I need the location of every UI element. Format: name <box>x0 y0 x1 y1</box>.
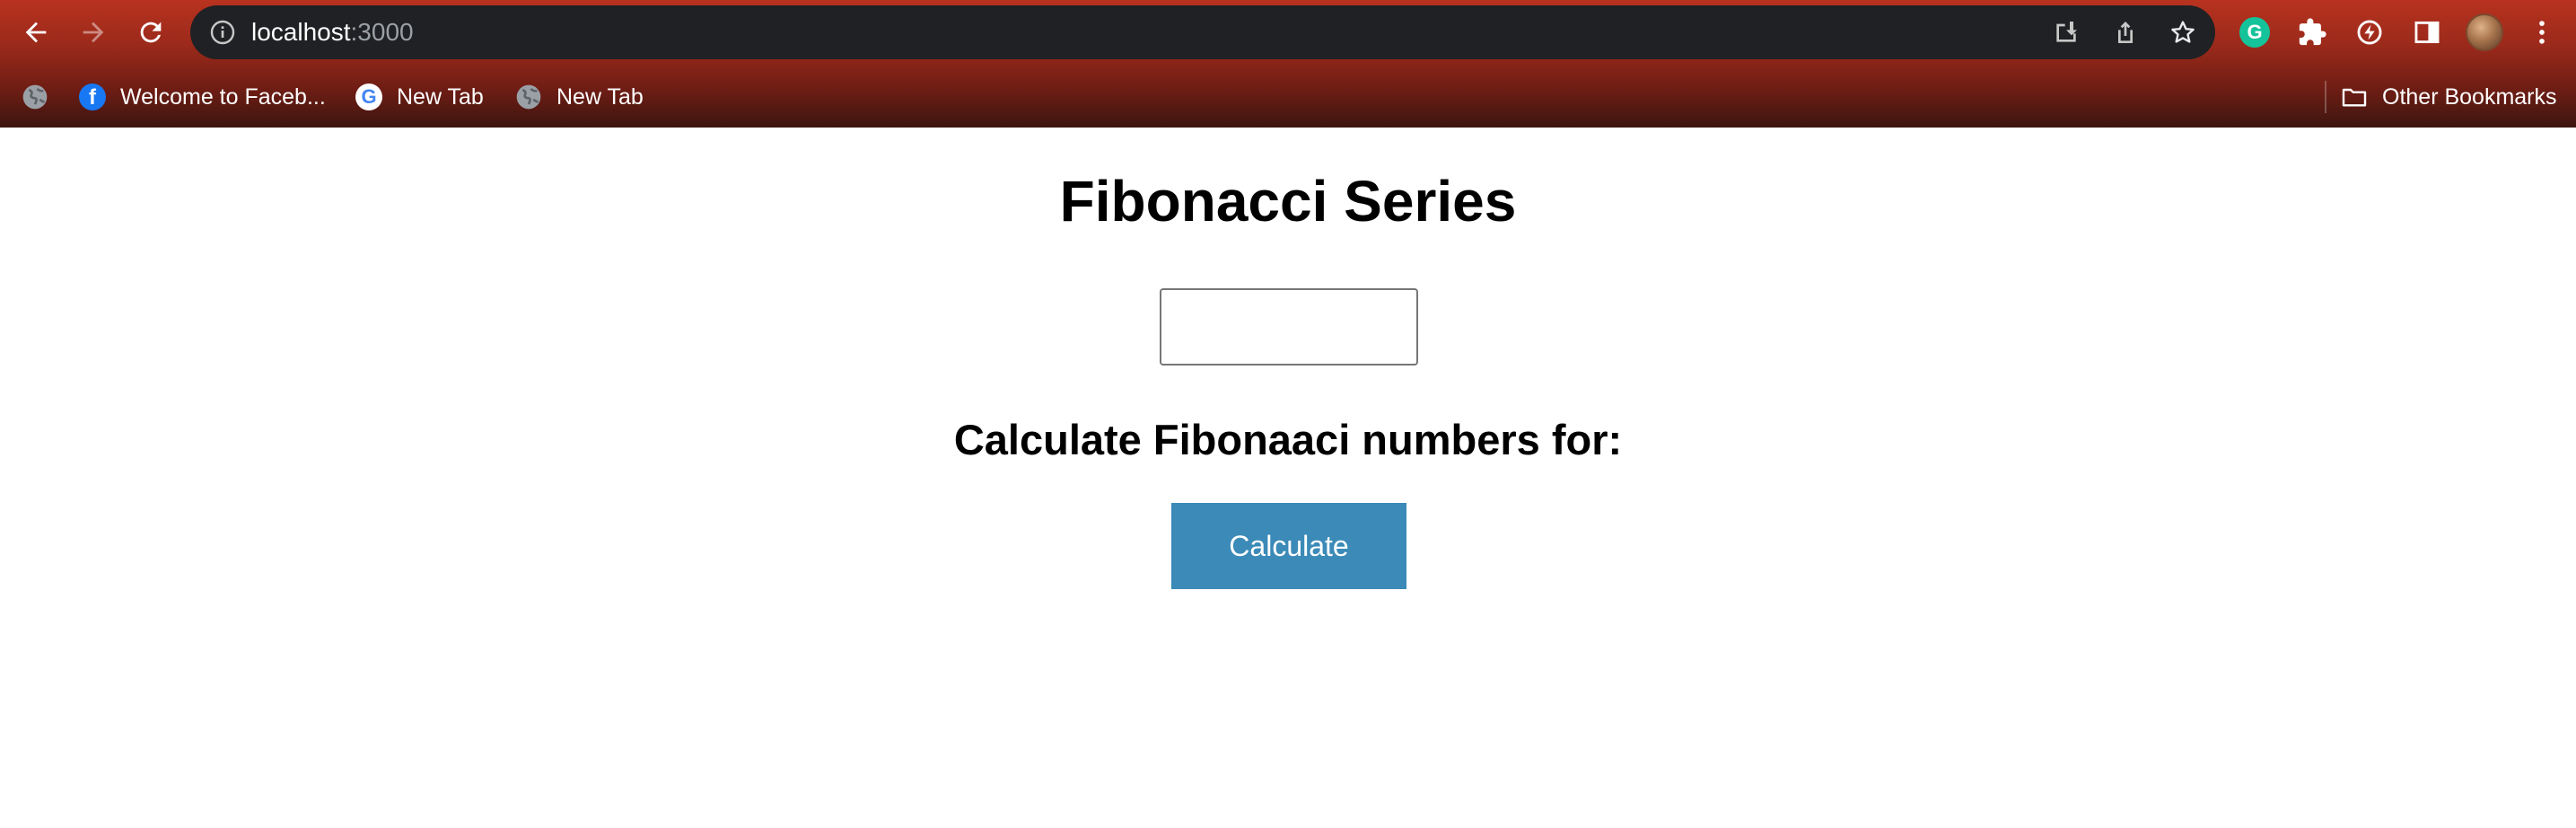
page-title: Fibonacci Series <box>1059 169 1517 233</box>
bookmark-label: New Tab <box>397 84 484 110</box>
lightning-icon <box>2357 20 2382 45</box>
bookmark-item-google-new-tab[interactable]: G New Tab <box>354 72 484 122</box>
bookmark-star-button[interactable] <box>2167 16 2199 48</box>
reload-button[interactable] <box>131 13 171 52</box>
star-icon <box>2171 21 2195 43</box>
other-bookmarks-label: Other Bookmarks <box>2382 84 2557 110</box>
folder-icon <box>2339 82 2370 112</box>
facebook-icon: f <box>79 84 106 110</box>
bookmark-item-facebook[interactable]: f Welcome to Faceb... <box>77 72 326 122</box>
reload-icon <box>140 22 162 43</box>
arrow-left-icon <box>25 22 47 43</box>
grammarly-icon: G <box>2239 17 2270 48</box>
grammarly-extension-button[interactable]: G <box>2235 13 2274 52</box>
browser-chrome: localhost:3000 G f Welcome to Faceb... G… <box>0 0 2576 128</box>
google-icon: G <box>355 84 382 110</box>
avatar <box>2466 13 2503 51</box>
back-button[interactable] <box>16 13 56 52</box>
share-button[interactable] <box>2109 16 2142 48</box>
arrow-right-icon <box>83 22 104 43</box>
url-text[interactable]: localhost:3000 <box>251 5 414 59</box>
forward-button[interactable] <box>74 13 113 52</box>
extensions-button[interactable] <box>2292 13 2332 52</box>
globe-icon <box>513 82 544 112</box>
performance-button[interactable] <box>2350 13 2389 52</box>
bookmarks-bar: f Welcome to Faceb... G New Tab New Tab … <box>0 72 2576 122</box>
bookmark-item-new-tab[interactable]: New Tab <box>513 72 644 122</box>
number-input[interactable] <box>1160 288 1418 366</box>
puzzle-icon <box>2299 18 2326 46</box>
browser-toolbar: localhost:3000 G <box>0 0 2576 65</box>
menu-button[interactable] <box>2522 13 2562 52</box>
globe-icon <box>20 82 50 112</box>
bookmarks-divider <box>2325 81 2326 113</box>
bookmark-label: Welcome to Faceb... <box>120 84 326 110</box>
install-app-button[interactable] <box>2050 16 2082 48</box>
profile-button[interactable] <box>2465 13 2504 52</box>
page-content: Fibonacci Series Calculate Fibonaaci num… <box>0 128 2576 828</box>
install-icon <box>2056 22 2077 42</box>
address-bar[interactable]: localhost:3000 <box>190 5 2215 59</box>
side-panel-icon <box>2414 21 2440 44</box>
calculate-button[interactable]: Calculate <box>1171 503 1406 589</box>
kebab-menu-icon <box>2539 21 2545 44</box>
calculate-heading: Calculate Fibonaaci numbers for: <box>953 416 1623 463</box>
share-icon <box>2118 22 2133 43</box>
bookmark-item-globe[interactable] <box>20 72 63 122</box>
other-bookmarks[interactable]: Other Bookmarks <box>2339 72 2557 122</box>
info-icon[interactable] <box>208 18 237 47</box>
url-host: localhost <box>251 18 351 46</box>
side-panel-button[interactable] <box>2407 13 2447 52</box>
url-port: :3000 <box>350 18 414 46</box>
bookmark-label: New Tab <box>556 84 644 110</box>
